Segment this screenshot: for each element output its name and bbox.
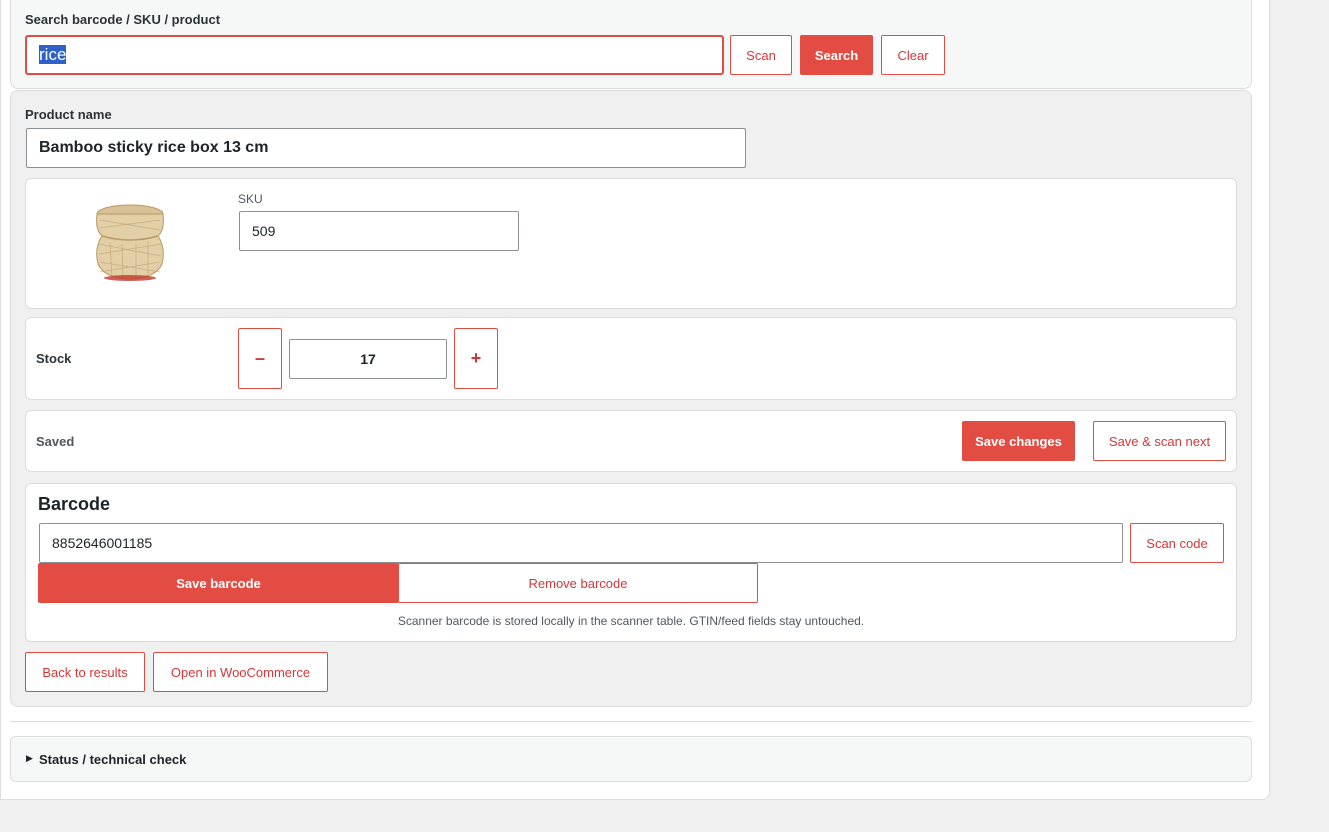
divider [10,721,1252,722]
stock-increment-button[interactable]: + [454,328,498,389]
save-scan-next-button[interactable]: Save & scan next [1093,421,1226,461]
remove-barcode-button[interactable]: Remove barcode [398,563,758,603]
product-name-label: Product name [25,107,112,122]
disclosure-triangle-icon: ▶ [26,753,33,763]
save-status: Saved [36,434,75,449]
sku-label: SKU [238,192,263,206]
search-label: Search barcode / SKU / product [25,12,221,27]
barcode-note: Scanner barcode is stored locally in the… [397,614,865,628]
stock-decrement-button[interactable]: – [238,328,282,389]
product-image [96,204,164,281]
search-input[interactable]: rice [25,35,724,75]
clear-button[interactable]: Clear [881,35,945,75]
stock-box [25,317,1237,400]
scan-button[interactable]: Scan [730,35,792,75]
stock-label: Stock [36,351,72,366]
sku-field[interactable]: 509 [239,211,519,251]
status-check-label: Status / technical check [39,752,187,767]
scan-code-button[interactable]: Scan code [1130,523,1224,563]
search-input-value: rice [39,45,67,64]
barcode-heading: Barcode [38,494,111,514]
status-check-panel[interactable]: ▶ Status / technical check [10,736,1252,782]
product-name-value: Bamboo sticky rice box 13 cm [39,139,269,156]
back-to-results-button[interactable]: Back to results [25,652,145,692]
barcode-value: 8852646001185 [52,535,153,551]
stock-quantity-value: 17 [360,351,376,367]
save-barcode-button[interactable]: Save barcode [38,563,399,603]
stock-quantity-field[interactable]: 17 [289,339,447,379]
search-button[interactable]: Search [800,35,873,75]
barcode-field[interactable]: 8852646001185 [39,523,1123,563]
save-changes-button[interactable]: Save changes [962,421,1075,461]
open-in-woocommerce-button[interactable]: Open in WooCommerce [153,652,328,692]
product-info-box [25,178,1237,309]
product-name-field[interactable]: Bamboo sticky rice box 13 cm [26,128,746,168]
sku-value: 509 [252,223,276,239]
